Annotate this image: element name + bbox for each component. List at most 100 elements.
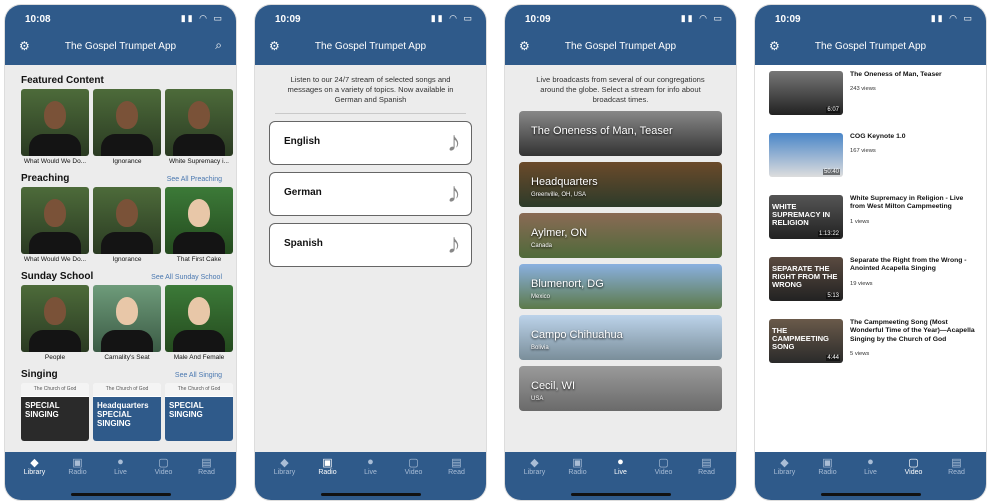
location-icon: ●: [867, 456, 874, 468]
radio-description: Listen to our 24/7 stream of selected so…: [287, 75, 454, 104]
tab-label: Read: [698, 469, 715, 476]
thumbnail: [21, 187, 89, 254]
thumbnail: [93, 285, 161, 352]
see-all-preaching-link[interactable]: See All Preaching: [167, 176, 222, 183]
video-thumbnail: 6:07: [769, 71, 843, 115]
tab-label: Live: [614, 469, 627, 476]
featured-item[interactable]: Ignorance: [93, 89, 161, 165]
featured-item[interactable]: White Supremacy i...: [165, 89, 233, 165]
video-item[interactable]: 6:07 The Oneness of Man, Teaser 243 views: [755, 65, 986, 127]
video-item[interactable]: THE CAMPMEETING SONG 4:44 The Campmeeting…: [755, 313, 986, 375]
stream-item[interactable]: Aylmer, ON Canada: [519, 213, 722, 258]
library-icon: ◆: [30, 457, 39, 469]
tab-read[interactable]: ▤ Read: [939, 456, 975, 500]
sunday-item[interactable]: People: [21, 285, 89, 361]
video-item[interactable]: SEPARATE THE RIGHT FROM THE WRONG 5:13 Se…: [755, 251, 986, 313]
tab-read[interactable]: ▤ Read: [439, 456, 475, 500]
tab-read[interactable]: ▤ Read: [689, 456, 725, 500]
tile-caption: Male And Female: [173, 354, 225, 361]
stream-name: Campo Chihuahua: [531, 329, 623, 341]
stream-item[interactable]: The Oneness of Man, Teaser: [519, 111, 722, 156]
status-icons: ▮▮ ◠ ▭: [430, 13, 474, 23]
video-title: White Supremacy in Religion - Live from …: [850, 195, 964, 211]
phone-video: 10:09 ▮▮ ◠ ▭ ⚙ The Gospel Trumpet App 6:…: [755, 5, 986, 500]
section-title: Sunday School: [21, 271, 94, 282]
app-title: The Gospel Trumpet App: [814, 41, 927, 52]
tab-library[interactable]: ◆ Library: [767, 456, 803, 500]
stream-item[interactable]: Cecil, WI USA: [519, 366, 722, 411]
stream-item[interactable]: Campo Chihuahua Bolivia: [519, 315, 722, 360]
sunday-item[interactable]: Carnality's Seat: [93, 285, 161, 361]
radio-english-button[interactable]: English ♪: [269, 121, 472, 165]
book-icon: ▤: [201, 457, 212, 469]
library-icon: ◆: [280, 457, 289, 469]
thumbnail: [21, 285, 89, 352]
stream-name: Cecil, WI: [531, 380, 575, 392]
preaching-header: Preaching See All Preaching: [5, 173, 236, 184]
singing-item[interactable]: The Church of God SPECIAL SINGING: [21, 383, 89, 441]
stream-name: Headquarters: [531, 176, 598, 188]
library-icon: ◆: [530, 457, 539, 469]
thumbnail-text: WHITE SUPREMACY IN RELIGION: [772, 202, 831, 227]
video-icon: ▢: [158, 457, 169, 469]
thumbnail: [165, 187, 233, 254]
thumbnail: [165, 285, 233, 352]
tab-label: Radio: [568, 469, 587, 476]
preaching-item[interactable]: That First Cake: [165, 187, 233, 263]
home-indicator: [70, 493, 171, 496]
section-title: Preaching: [21, 173, 70, 184]
singing-item[interactable]: The Church of God SPECIAL SINGING: [165, 383, 233, 441]
tab-label: Live: [114, 469, 127, 476]
radio-german-button[interactable]: German ♪: [269, 172, 472, 216]
tab-library[interactable]: ◆ Library: [517, 456, 553, 500]
radio-spanish-button[interactable]: Spanish ♪: [269, 223, 472, 267]
tab-label: Video: [654, 469, 673, 476]
stream-name: The Oneness of Man, Teaser: [531, 125, 673, 137]
preaching-item[interactable]: Ignorance: [93, 187, 161, 263]
tab-label: Library: [23, 469, 46, 476]
language-label: Spanish: [284, 238, 323, 249]
tab-library[interactable]: ◆ Library: [267, 456, 303, 500]
see-all-singing-link[interactable]: See All Singing: [175, 372, 222, 379]
home-indicator: [570, 493, 671, 496]
see-all-sunday-link[interactable]: See All Sunday School: [151, 274, 222, 281]
status-icons: ▮▮ ◠ ▭: [930, 13, 974, 23]
tile-caption: What Would We Do...: [23, 256, 87, 263]
live-description: Live broadcasts from several of our cong…: [536, 75, 705, 104]
radio-icon: ▣: [322, 457, 333, 469]
tab-label: Video: [904, 469, 923, 476]
tab-label: Read: [948, 469, 965, 476]
phone-live: 10:09 ▮▮ ◠ ▭ ⚙ The Gospel Trumpet App Li…: [505, 5, 736, 500]
tile-caption: Ignorance: [112, 256, 142, 263]
tile-caption: Carnality's Seat: [104, 354, 150, 361]
radio-icon: ▣: [72, 457, 83, 469]
tab-library[interactable]: ◆ Library: [17, 456, 53, 500]
video-icon: ▢: [408, 457, 419, 469]
stream-item[interactable]: Blumenort, DG Mexico: [519, 264, 722, 309]
trumpet-angel-icon: ♪: [447, 126, 461, 157]
featured-header: Featured Content: [5, 75, 236, 86]
library-content: Featured Content What Would We Do... Ign…: [5, 65, 236, 452]
video-duration: 6:07: [826, 107, 840, 113]
singing-item[interactable]: The Church of God Headquarters SPECIAL SI…: [93, 383, 161, 441]
live-content: Live broadcasts from several of our cong…: [505, 65, 736, 452]
video-item[interactable]: WHITE SUPREMACY IN RELIGION 1:13:22 White…: [755, 189, 986, 251]
home-indicator: [320, 493, 421, 496]
tab-read[interactable]: ▤ Read: [189, 456, 225, 500]
search-icon[interactable]: ⌕: [215, 38, 222, 53]
stream-item[interactable]: Headquarters Greenville, OH, USA: [519, 162, 722, 207]
video-duration: 5:13: [826, 293, 840, 299]
tab-label: Library: [773, 469, 796, 476]
sunday-item[interactable]: Male And Female: [165, 285, 233, 361]
sunday-row: People Carnality's Seat Male And Female: [5, 282, 236, 361]
video-title: The Campmeeting Song (Most Wonderful Tim…: [850, 319, 975, 343]
video-views: 243 views: [850, 86, 876, 93]
stream-location: Greenville, OH, USA: [531, 192, 587, 198]
video-item[interactable]: 50:40 COG Keynote 1.0 167 views: [755, 127, 986, 189]
tab-label: Live: [864, 469, 877, 476]
preaching-item[interactable]: What Would We Do...: [21, 187, 89, 263]
video-views: 19 views: [850, 280, 873, 287]
featured-item[interactable]: What Would We Do...: [21, 89, 89, 165]
tile-caption: Ignorance: [112, 158, 142, 165]
video-views: 1 views: [850, 218, 870, 225]
